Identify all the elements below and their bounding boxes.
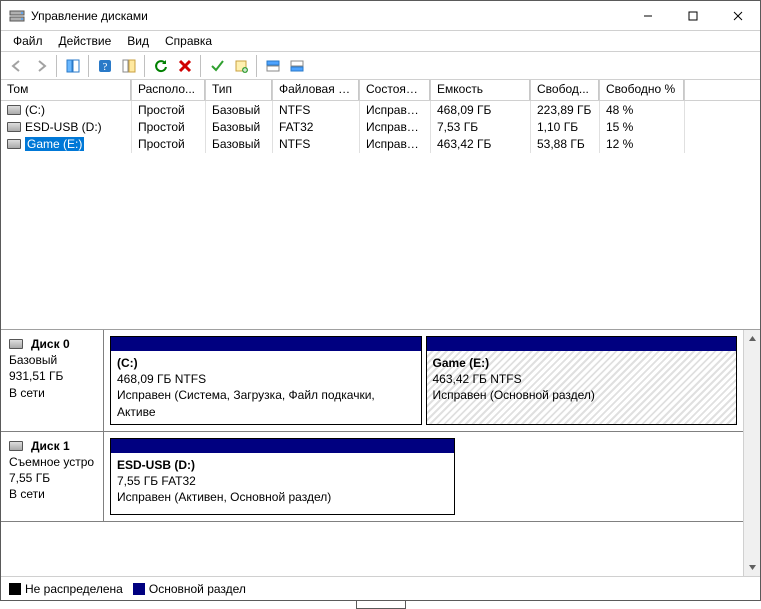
separator [200, 55, 201, 77]
disk-management-window: Управление дисками Файл Действие Вид Спр… [0, 0, 761, 601]
legend: Не распределена Основной раздел [1, 576, 760, 600]
settings-view-button[interactable] [117, 55, 140, 77]
title-bar: Управление дисками [1, 1, 760, 31]
disk-row: Диск 0Базовый931,51 ГБВ сети(C:)468,09 Г… [1, 330, 743, 432]
bottom-tab-stub [356, 601, 406, 609]
refresh-button[interactable] [149, 55, 172, 77]
help-button[interactable]: ? [93, 55, 116, 77]
graphical-view: Диск 0Базовый931,51 ГБВ сети(C:)468,09 Г… [1, 330, 760, 576]
menu-help[interactable]: Справка [157, 32, 220, 50]
col-capacity[interactable]: Емкость [431, 80, 531, 100]
disk-label[interactable]: Диск 1Съемное устро7,55 ГБВ сети [1, 432, 104, 521]
menu-file[interactable]: Файл [5, 32, 51, 50]
partitions: ESD-USB (D:)7,55 ГБ FAT32Исправен (Актив… [104, 432, 743, 521]
volume-row[interactable]: (C:)ПростойБазовыйNTFSИсправен...468,09 … [1, 101, 760, 118]
separator [256, 55, 257, 77]
disk-icon [9, 441, 23, 451]
scroll-up-button[interactable] [744, 330, 760, 347]
maximize-button[interactable] [670, 1, 715, 30]
drive-icon [7, 122, 21, 132]
check-button[interactable] [205, 55, 228, 77]
partition-bar [111, 337, 421, 351]
drive-icon [7, 105, 21, 115]
svg-text:?: ? [102, 61, 107, 73]
volume-list-header: Том Располо... Тип Файловая с... Состоян… [1, 80, 760, 101]
list-top-button[interactable] [261, 55, 284, 77]
volume-row[interactable]: Game (E:)ПростойБазовыйNTFSИсправен...46… [1, 135, 760, 152]
volume-list[interactable]: Том Располо... Тип Файловая с... Состоян… [1, 80, 760, 330]
disk-icon [9, 339, 23, 349]
col-layout[interactable]: Располо... [132, 80, 206, 100]
show-hide-button[interactable] [61, 55, 84, 77]
col-type[interactable]: Тип [206, 80, 273, 100]
separator [56, 55, 57, 77]
scroll-down-button[interactable] [744, 559, 760, 576]
minimize-button[interactable] [625, 1, 670, 30]
drive-icon [7, 139, 21, 149]
new-button[interactable] [229, 55, 252, 77]
col-free[interactable]: Свобод... [531, 80, 600, 100]
col-fs[interactable]: Файловая с... [273, 80, 360, 100]
col-freepct[interactable]: Свободно % [600, 80, 685, 100]
partition-bar [111, 439, 454, 453]
partition-bar [427, 337, 737, 351]
swatch-black [9, 583, 21, 595]
separator [144, 55, 145, 77]
forward-button[interactable] [29, 55, 52, 77]
disk-label[interactable]: Диск 0Базовый931,51 ГБВ сети [1, 330, 104, 431]
list-bottom-button[interactable] [285, 55, 308, 77]
disk-row: Диск 1Съемное устро7,55 ГБВ сетиESD-USB … [1, 432, 743, 522]
menu-bar: Файл Действие Вид Справка [1, 31, 760, 52]
close-button[interactable] [715, 1, 760, 30]
partitions: (C:)468,09 ГБ NTFSИсправен (Система, Заг… [104, 330, 743, 431]
partition[interactable]: Game (E:)463,42 ГБ NTFSИсправен (Основно… [426, 336, 738, 425]
app-icon [9, 8, 25, 24]
window-title: Управление дисками [31, 9, 625, 23]
volume-row[interactable]: ESD-USB (D:)ПростойБазовыйFAT32Исправен.… [1, 118, 760, 135]
toolbar: ? [1, 52, 760, 80]
separator [88, 55, 89, 77]
partition[interactable]: (C:)468,09 ГБ NTFSИсправен (Система, Заг… [110, 336, 422, 425]
swatch-navy [133, 583, 145, 595]
legend-primary: Основной раздел [133, 582, 246, 596]
col-volume[interactable]: Том [1, 80, 132, 100]
legend-unallocated: Не распределена [9, 582, 123, 596]
partition[interactable]: ESD-USB (D:)7,55 ГБ FAT32Исправен (Актив… [110, 438, 455, 515]
menu-view[interactable]: Вид [119, 32, 157, 50]
col-status[interactable]: Состояние [360, 80, 431, 100]
back-button[interactable] [5, 55, 28, 77]
vertical-scrollbar[interactable] [743, 330, 760, 576]
menu-action[interactable]: Действие [51, 32, 120, 50]
delete-button[interactable] [173, 55, 196, 77]
